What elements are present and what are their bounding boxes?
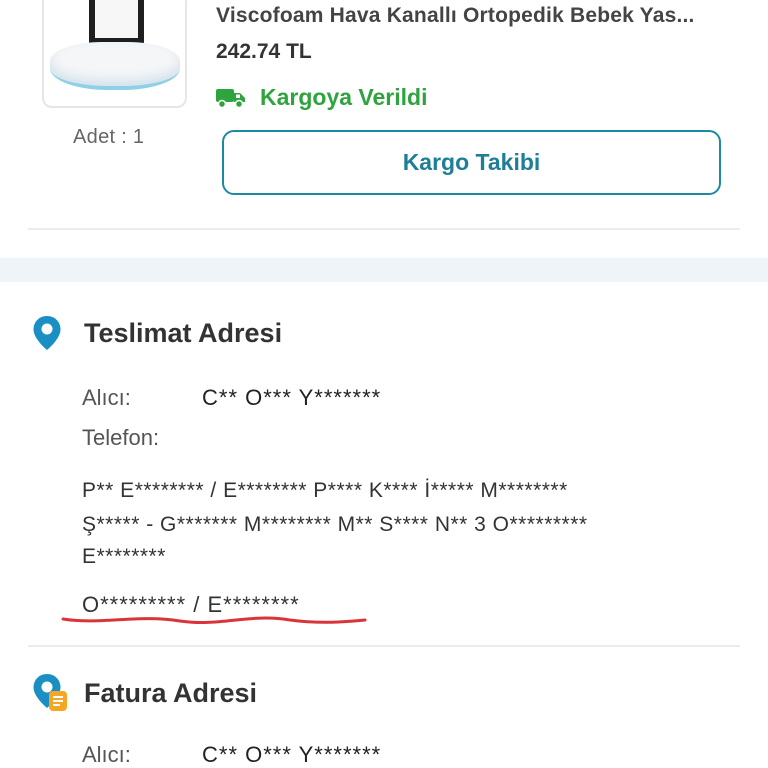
quantity-label: Adet : 1 (73, 126, 145, 148)
location-pin-invoice-icon (33, 674, 67, 711)
recipient-value: C** O*** Y******* (202, 385, 382, 410)
delivery-address-title: Teslimat Adresi (84, 317, 283, 348)
phone-label: Telefon: (82, 425, 160, 450)
product-image-pillow (50, 42, 180, 90)
billing-address-header: Fatura Adresi (32, 673, 257, 713)
billing-address-title: Fatura Adresi (84, 677, 258, 708)
shipping-status-text: Kargoya Verildi (260, 84, 428, 110)
product-image[interactable] (42, 0, 187, 108)
address-line-2: Ş***** - G******* M******** M** S**** N*… (82, 513, 588, 536)
track-shipment-button[interactable]: Kargo Takibi (222, 130, 721, 195)
product-price: 242.74 TL (216, 40, 312, 63)
billing-recipient-label: Alıcı: (82, 742, 131, 767)
address-line-3: E******** (82, 545, 166, 568)
truck-icon (216, 88, 245, 108)
product-name[interactable]: Viscofoam Hava Kanallı Ortopedik Bebek Y… (216, 4, 695, 28)
billing-recipient-value: C** O*** Y******* (202, 742, 382, 767)
divider (28, 228, 740, 230)
product-image-device (89, 0, 144, 46)
recipient-label: Alıcı: (82, 385, 131, 410)
divider (28, 645, 740, 647)
order-item-card: Adet : 1 Viscofoam Hava Kanallı Ortopedi… (0, 0, 768, 258)
address-line-1: P** E******** / E******** P**** K**** İ*… (82, 479, 568, 502)
red-underline-annotation (61, 616, 367, 625)
shipping-status: Kargoya Verildi (216, 84, 427, 111)
delivery-address-header: Teslimat Adresi (32, 315, 282, 351)
location-pin-icon (33, 316, 61, 350)
section-separator (0, 258, 768, 282)
